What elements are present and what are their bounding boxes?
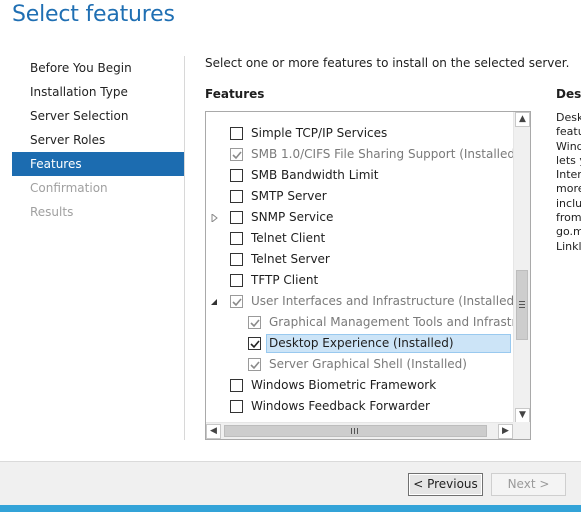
feature-row[interactable]: Windows Feedback Forwarder <box>206 396 513 417</box>
checkmark-icon <box>232 298 242 307</box>
instruction-text: Select one or more features to install o… <box>205 56 570 70</box>
feature-checkbox[interactable] <box>230 211 243 224</box>
scroll-down-icon[interactable]: ▼ <box>515 408 530 423</box>
description-heading: Desc <box>556 87 581 101</box>
feature-checkbox[interactable] <box>248 316 261 329</box>
scroll-up-icon[interactable]: ▲ <box>515 112 530 127</box>
expanded-triangle-icon[interactable] <box>210 291 220 312</box>
collapsed-triangle-icon[interactable] <box>210 207 220 228</box>
nav-item-confirmation: Confirmation <box>30 181 108 195</box>
feature-row[interactable]: TFTP Client <box>206 270 513 291</box>
feature-row[interactable]: SNMP Service <box>206 207 513 228</box>
scroll-left-icon[interactable]: ◀ <box>206 424 221 439</box>
feature-row[interactable]: Graphical Management Tools and Infrastru… <box>206 312 513 333</box>
feature-row[interactable]: SMB Bandwidth Limit <box>206 165 513 186</box>
nav-divider <box>184 56 185 440</box>
feature-checkbox[interactable] <box>230 295 243 308</box>
feature-label[interactable]: Windows Feedback Forwarder <box>248 397 433 416</box>
feature-row[interactable]: Telnet Server <box>206 249 513 270</box>
grip-icon <box>351 428 358 434</box>
checkmark-icon <box>232 151 242 160</box>
feature-label[interactable]: Graphical Management Tools and Infrastru… <box>266 313 513 332</box>
features-tree[interactable]: Simple TCP/IP Services SMB 1.0/CIFS File … <box>205 111 531 440</box>
feature-row[interactable]: SMB 1.0/CIFS File Sharing Support (Insta… <box>206 144 513 165</box>
feature-label[interactable]: SMB Bandwidth Limit <box>248 166 381 185</box>
feature-label[interactable]: Server Graphical Shell (Installed) <box>266 355 470 374</box>
feature-row[interactable]: Simple TCP/IP Services <box>206 123 513 144</box>
feature-label[interactable]: Desktop Experience (Installed) <box>266 334 511 353</box>
feature-checkbox[interactable] <box>230 274 243 287</box>
feature-checkbox[interactable] <box>230 190 243 203</box>
checkmark-icon <box>250 361 260 370</box>
nav-item-features[interactable]: Features <box>12 152 184 176</box>
feature-row[interactable]: Telnet Client <box>206 228 513 249</box>
scroll-right-icon[interactable]: ▶ <box>498 424 513 439</box>
nav-item-server-roles[interactable]: Server Roles <box>12 128 184 152</box>
feature-row[interactable]: User Interfaces and Infrastructure (Inst… <box>206 291 513 312</box>
vertical-scrollbar[interactable]: ▲ ▼ <box>513 112 530 423</box>
feature-checkbox[interactable] <box>230 232 243 245</box>
feature-checkbox[interactable] <box>230 400 243 413</box>
bottom-accent-bar <box>0 505 581 512</box>
feature-label[interactable]: SMB 1.0/CIFS File Sharing Support (Insta… <box>248 145 513 164</box>
feature-checkbox[interactable] <box>248 358 261 371</box>
feature-checkbox[interactable] <box>230 379 243 392</box>
feature-checkbox[interactable] <box>230 169 243 182</box>
feature-row[interactable]: SMTP Server <box>206 186 513 207</box>
vertical-scroll-thumb[interactable] <box>516 270 528 340</box>
grip-icon <box>519 301 525 308</box>
feature-checkbox[interactable] <box>230 148 243 161</box>
feature-label[interactable]: SNMP Service <box>248 208 336 227</box>
feature-label[interactable]: User Interfaces and Infrastructure (Inst… <box>248 292 513 311</box>
checkmark-icon <box>250 340 260 349</box>
feature-label[interactable]: Simple TCP/IP Services <box>248 124 390 143</box>
wizard-footer: < Previous Next > <box>0 461 581 505</box>
description-text: Desk featu Wind lets y Inter more inclu … <box>556 111 581 253</box>
feature-label[interactable]: Telnet Server <box>248 250 333 269</box>
feature-label[interactable]: Telnet Client <box>248 229 328 248</box>
nav-item-installation-type[interactable]: Installation Type <box>12 80 184 104</box>
checkmark-icon <box>250 319 260 328</box>
features-tree-rows: Simple TCP/IP Services SMB 1.0/CIFS File … <box>206 112 513 423</box>
feature-checkbox[interactable] <box>230 253 243 266</box>
nav-item-results: Results <box>30 205 74 219</box>
feature-label[interactable]: Windows Biometric Framework <box>248 376 439 395</box>
feature-row[interactable]: Desktop Experience (Installed) <box>206 333 513 354</box>
horizontal-scrollbar[interactable]: ◀ ▶ <box>206 422 513 439</box>
page-title: Select features <box>12 2 175 27</box>
nav-item-server-selection[interactable]: Server Selection <box>12 104 184 128</box>
next-button: Next > <box>491 473 566 496</box>
horizontal-scroll-thumb[interactable] <box>224 425 487 437</box>
feature-label[interactable]: SMTP Server <box>248 187 330 206</box>
feature-checkbox[interactable] <box>230 127 243 140</box>
scrollbar-corner <box>513 422 530 439</box>
feature-label[interactable]: TFTP Client <box>248 271 321 290</box>
feature-checkbox[interactable] <box>248 337 261 350</box>
previous-button[interactable]: < Previous <box>408 473 483 496</box>
feature-row[interactable]: Server Graphical Shell (Installed) <box>206 354 513 375</box>
nav-item-before-you-begin[interactable]: Before You Begin <box>12 56 184 80</box>
features-heading: Features <box>205 87 265 101</box>
wizard-navigation: Before You Begin Installation Type Serve… <box>12 56 184 224</box>
feature-row[interactable]: Windows Biometric Framework <box>206 375 513 396</box>
